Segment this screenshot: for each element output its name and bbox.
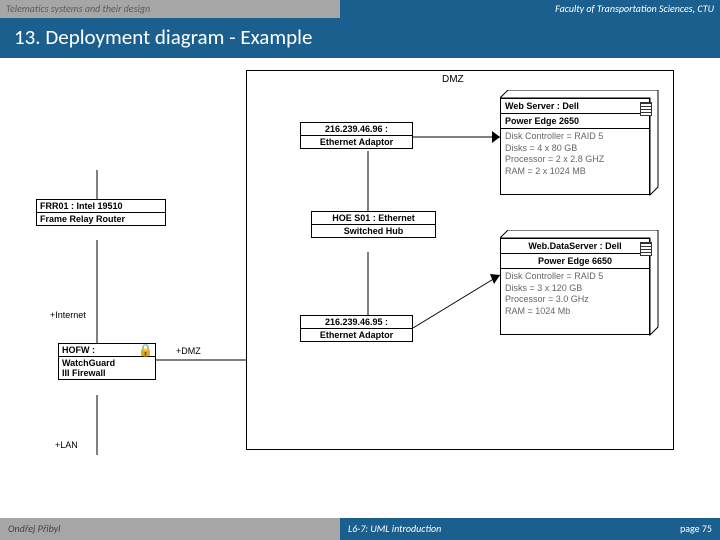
web-server-node: Web Server : Dell Power Edge 2650 Disk C… [500,90,650,195]
data-server-attrs: Disk Controller = RAID 5 Disks = 3 x 120… [501,269,649,320]
server-icon [640,242,652,256]
dmz-edge-label: +DMZ [176,346,201,356]
diagram-canvas: DMZ Web Server : Dell Power Edge 2650 Di… [0,60,720,515]
footer-author: Ondřej Přibyl [0,518,340,540]
header-right: Faculty of Transportation Sciences, CTU [340,0,720,18]
data-server-node: Web.DataServer : Dell Power Edge 6650 Di… [500,230,650,335]
frame-relay-router: FRR01 : Intel 19510 Frame Relay Router [36,199,166,226]
data-server-title1: Web.DataServer : Dell [501,239,649,254]
server-icon [640,102,652,116]
ethernet-adaptor-2: 216.239.46.95 : Ethernet Adaptor [300,315,413,342]
header-left: Telematics systems and their design [0,0,340,18]
data-server-title2: Power Edge 6650 [501,254,649,269]
ethernet-adaptor-1: 216.239.46.96 : Ethernet Adaptor [300,122,413,149]
firewall-node: HOFW : 🔒 WatchGuard III Firewall [58,343,156,380]
header-bar: Telematics systems and their design Facu… [0,0,720,18]
slide-title: 13. Deployment diagram - Example [0,18,720,58]
web-server-title2: Power Edge 2650 [501,114,649,129]
web-server-attrs: Disk Controller = RAID 5 Disks = 4 x 80 … [501,129,649,180]
footer-bar: Ondřej Přibyl L6-7: UML introduction pag… [0,518,720,540]
lan-label: +LAN [55,440,78,450]
internet-label: +Internet [50,310,86,320]
dmz-frame-label: DMZ [442,74,464,85]
ethernet-hub: HOE S01 : Ethernet Switched Hub [311,211,436,238]
footer-lecture: L6-7: UML introduction [348,522,441,536]
footer-page: page 75 [680,522,712,536]
lock-icon: 🔒 [138,343,153,357]
web-server-title1: Web Server : Dell [501,99,649,114]
